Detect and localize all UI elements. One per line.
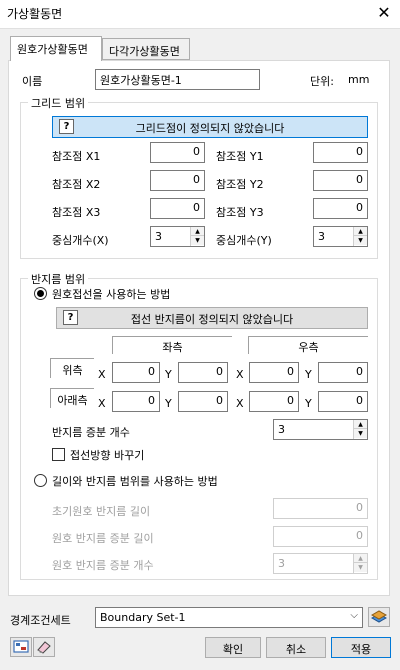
x-letter: X bbox=[236, 397, 244, 410]
stepper-value: 3 bbox=[278, 423, 285, 436]
x-letter: X bbox=[98, 368, 106, 381]
upper-right-y-input[interactable]: 0 bbox=[318, 362, 368, 383]
radius-increment-count-label: 반지름 증분 개수 bbox=[52, 426, 130, 439]
close-icon[interactable]: ✕ bbox=[374, 3, 394, 23]
ref-x3-label: 참조점 X3 bbox=[52, 206, 101, 219]
name-input[interactable]: 원호가상활동면-1 bbox=[95, 69, 260, 90]
center-count-y-stepper[interactable]: 3 ▲ ▼ bbox=[313, 226, 368, 247]
lower-left-x-input[interactable]: 0 bbox=[112, 391, 160, 412]
tab-label: 다각가상활동면 bbox=[109, 45, 180, 58]
lower-row-header: 아래측 bbox=[50, 388, 94, 408]
radius-range-label: 반지름 범위 bbox=[28, 271, 89, 287]
layers-icon bbox=[370, 610, 388, 623]
boundary-set-value: Boundary Set-1 bbox=[100, 611, 186, 624]
name-label: 이름 bbox=[22, 75, 43, 88]
ref-x2-label: 참조점 X2 bbox=[52, 178, 101, 191]
upper-row-header: 위측 bbox=[50, 358, 94, 378]
layers-button[interactable] bbox=[368, 607, 390, 627]
spin-up-icon[interactable]: ▲ bbox=[354, 554, 367, 563]
initial-radius-input[interactable]: 0 bbox=[273, 498, 368, 519]
ref-x1-label: 참조점 X1 bbox=[52, 150, 101, 163]
grid-range-label: 그리드 범위 bbox=[28, 95, 89, 111]
center-count-x-label: 중심개수(X) bbox=[52, 234, 109, 247]
left-column-header: 좌측 bbox=[112, 336, 232, 354]
tangent-status-text: 접선 반지름이 정의되지 않았습니다 bbox=[130, 313, 294, 326]
radius-increment-length-input[interactable]: 0 bbox=[273, 526, 368, 547]
lower-right-y-input[interactable]: 0 bbox=[318, 391, 368, 412]
window-title: 가상활동면 bbox=[7, 7, 63, 21]
radius-increment-count-label-2: 원호 반지름 증분 개수 bbox=[52, 559, 154, 572]
spin-down-icon[interactable]: ▼ bbox=[354, 236, 367, 245]
ref-y3-label: 참조점 Y3 bbox=[216, 206, 264, 219]
apply-button[interactable]: 적용 bbox=[331, 637, 391, 658]
ref-y2-input[interactable]: 0 bbox=[313, 170, 368, 191]
stepper-value: 3 bbox=[318, 230, 325, 243]
tab-polygon-slip-surface[interactable]: 다각가상활동면 bbox=[102, 38, 190, 60]
image-settings-icon bbox=[13, 640, 29, 653]
boundary-set-label: 경계조건세트 bbox=[10, 614, 71, 627]
ref-x3-input[interactable]: 0 bbox=[150, 198, 205, 219]
stepper-value: 3 bbox=[155, 230, 162, 243]
spin-down-icon[interactable]: ▼ bbox=[354, 429, 367, 438]
length-radius-method-label[interactable]: 길이와 반지름 범위를 사용하는 방법 bbox=[52, 473, 218, 489]
tangent-method-radio[interactable] bbox=[34, 287, 47, 300]
x-letter: X bbox=[98, 397, 106, 410]
spin-up-icon[interactable]: ▲ bbox=[191, 227, 204, 236]
stepper-value: 3 bbox=[278, 557, 285, 570]
image-settings-button[interactable] bbox=[10, 637, 32, 657]
chevron-down-icon: ⌵ bbox=[350, 610, 358, 621]
eraser-icon bbox=[37, 641, 51, 654]
ref-x2-input[interactable]: 0 bbox=[150, 170, 205, 191]
grid-status-banner[interactable]: ? 그리드점이 정의되지 않았습니다 bbox=[52, 116, 368, 138]
ref-y2-label: 참조점 Y2 bbox=[216, 178, 264, 191]
lower-right-x-input[interactable]: 0 bbox=[249, 391, 299, 412]
ref-y3-input[interactable]: 0 bbox=[313, 198, 368, 219]
ref-y1-label: 참조점 Y1 bbox=[216, 150, 264, 163]
stepper-buttons: ▲ ▼ bbox=[353, 554, 367, 573]
stepper-buttons: ▲ ▼ bbox=[353, 420, 367, 439]
tab-arc-slip-surface[interactable]: 원호가상활동면 bbox=[10, 36, 102, 61]
x-letter: X bbox=[236, 368, 244, 381]
spin-down-icon[interactable]: ▼ bbox=[191, 236, 204, 245]
y-letter: Y bbox=[305, 368, 312, 381]
flip-tangent-label[interactable]: 접선방향 바꾸기 bbox=[70, 447, 144, 463]
upper-right-x-input[interactable]: 0 bbox=[249, 362, 299, 383]
y-letter: Y bbox=[165, 397, 172, 410]
radius-increment-count-stepper[interactable]: 3 ▲ ▼ bbox=[273, 419, 368, 440]
initial-radius-label: 초기원호 반지름 길이 bbox=[52, 505, 151, 518]
y-letter: Y bbox=[165, 368, 172, 381]
tangent-method-label[interactable]: 원호접선을 사용하는 방법 bbox=[52, 286, 170, 302]
y-letter: Y bbox=[305, 397, 312, 410]
eraser-button[interactable] bbox=[33, 637, 55, 657]
tab-label: 원호가상활동면 bbox=[17, 43, 88, 56]
boundary-set-dropdown[interactable]: Boundary Set-1 ⌵ bbox=[95, 607, 363, 628]
flip-tangent-checkbox[interactable] bbox=[52, 448, 65, 461]
upper-left-x-input[interactable]: 0 bbox=[112, 362, 160, 383]
cancel-button[interactable]: 취소 bbox=[266, 637, 326, 658]
right-column-header: 우측 bbox=[248, 336, 368, 354]
center-count-x-stepper[interactable]: 3 ▲ ▼ bbox=[150, 226, 205, 247]
grid-status-text: 그리드점이 정의되지 않았습니다 bbox=[135, 122, 285, 135]
spin-up-icon[interactable]: ▲ bbox=[354, 227, 367, 236]
spin-up-icon[interactable]: ▲ bbox=[354, 420, 367, 429]
lower-left-y-input[interactable]: 0 bbox=[178, 391, 228, 412]
tangent-status-banner[interactable]: ? 접선 반지름이 정의되지 않았습니다 bbox=[56, 307, 368, 329]
unit-label: 단위: bbox=[310, 75, 334, 88]
unit-value: mm bbox=[348, 73, 370, 86]
ref-x1-input[interactable]: 0 bbox=[150, 142, 205, 163]
length-radius-method-radio[interactable] bbox=[34, 474, 47, 487]
radius-increment-length-label: 원호 반지름 증분 길이 bbox=[52, 532, 154, 545]
upper-left-y-input[interactable]: 0 bbox=[178, 362, 228, 383]
ref-y1-input[interactable]: 0 bbox=[313, 142, 368, 163]
stepper-buttons: ▲ ▼ bbox=[353, 227, 367, 246]
stepper-buttons: ▲ ▼ bbox=[190, 227, 204, 246]
ok-button[interactable]: 확인 bbox=[205, 637, 261, 658]
radius-increment-count-stepper-2[interactable]: 3 ▲ ▼ bbox=[273, 553, 368, 574]
spin-down-icon[interactable]: ▼ bbox=[354, 563, 367, 572]
center-count-y-label: 중심개수(Y) bbox=[216, 234, 272, 247]
